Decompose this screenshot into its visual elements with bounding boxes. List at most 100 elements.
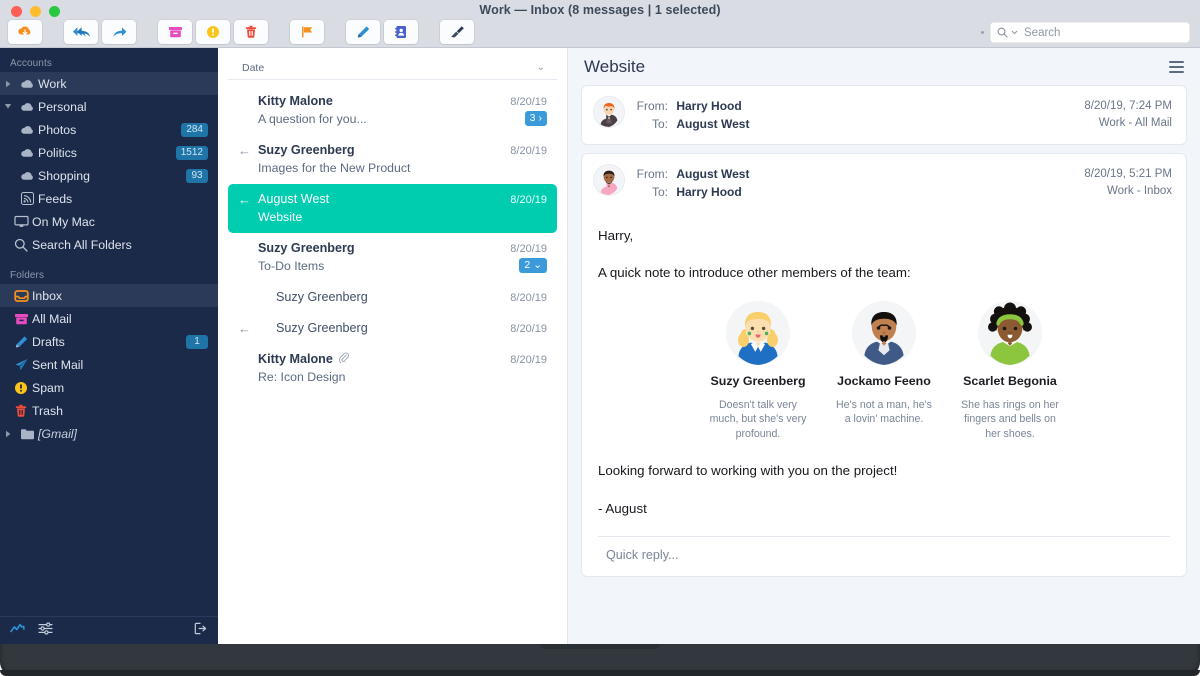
search-placeholder: Search: [1024, 26, 1061, 39]
sidebar-item-photos[interactable]: Photos 284: [0, 118, 218, 141]
pencil-icon: [10, 335, 32, 349]
folder-icon: [16, 428, 38, 440]
message-row-line1: Suzy Greenberg 8/20/19: [276, 321, 547, 335]
cloud-icon: [16, 124, 38, 135]
thread-count-badge[interactable]: 3 ›: [524, 111, 547, 127]
from-row: From: August West: [634, 165, 750, 183]
cloud-icon: [16, 101, 38, 112]
sidebar-item-gmail[interactable]: [Gmail]: [0, 422, 218, 445]
sidebar-item-shopping[interactable]: Shopping 93: [0, 164, 218, 187]
sidebar-item-on-my-mac[interactable]: On My Mac: [0, 210, 218, 233]
sidebar-item-search-all-folders[interactable]: Search All Folders: [0, 233, 218, 256]
rss-icon: [16, 192, 38, 205]
message-header: From: Harry Hood To: August West 8/20/19…: [582, 86, 1186, 144]
message-sender: Suzy Greenberg: [258, 241, 355, 256]
message-list-item-child[interactable]: Suzy Greenberg 8/20/19: [228, 282, 557, 313]
sidebar-item-sent-mail[interactable]: Sent Mail: [0, 353, 218, 376]
junk-button[interactable]: [196, 20, 230, 44]
to-value: Harry Hood: [676, 185, 742, 199]
search-input[interactable]: Search: [990, 22, 1190, 43]
to-label: To:: [651, 185, 668, 199]
message-header-fields: From: August West To: Harry Hood: [634, 165, 750, 201]
message-date: 8/20/19: [510, 243, 547, 256]
message-list-sort-header[interactable]: Date ⌄: [228, 56, 557, 80]
search-area: Search: [981, 22, 1190, 43]
message-date: 8/20/19: [510, 323, 547, 336]
search-icon: [10, 238, 32, 252]
sidebar-item-personal[interactable]: Personal: [0, 95, 218, 118]
team-member-card: Suzy Greenberg Doesn't talk very much, b…: [708, 300, 808, 442]
get-mail-button[interactable]: [8, 20, 42, 44]
team-member-name: Suzy Greenberg: [710, 373, 806, 388]
forward-button[interactable]: [102, 20, 136, 44]
sidebar-item-spam[interactable]: Spam: [0, 376, 218, 399]
compose-button[interactable]: [346, 20, 380, 44]
attachment-icon: [338, 352, 349, 366]
from-value: August West: [676, 167, 750, 181]
message-list-item-child[interactable]: ← Suzy Greenberg 8/20/19: [228, 313, 557, 344]
cleanup-button[interactable]: [440, 20, 474, 44]
message-sender: Suzy Greenberg: [276, 290, 368, 305]
message-row-line1: Suzy Greenberg 8/20/19: [258, 143, 547, 157]
to-row: To: Harry Hood: [634, 183, 749, 201]
message-list-item[interactable]: Suzy Greenberg 8/20/19 To-Do Items 2 ⌄: [228, 233, 557, 282]
reply-all-button[interactable]: [64, 20, 98, 44]
message-list-item[interactable]: Kitty Malone 8/20/19 Re: Icon Design: [228, 344, 557, 393]
chevron-down-icon[interactable]: ⌄: [537, 62, 545, 73]
flag-button[interactable]: [290, 20, 324, 44]
logout-icon[interactable]: [194, 622, 208, 640]
message-row-line1: August West 8/20/19: [258, 192, 547, 206]
twisty-collapsed-icon[interactable]: [0, 430, 16, 438]
sidebar-accounts-header: Accounts: [10, 58, 52, 69]
thread-count: 2: [524, 259, 531, 272]
jockamo-feeno-avatar: [852, 300, 916, 365]
from-value: Harry Hood: [676, 99, 742, 113]
sidebar-item-label: Feeds: [38, 191, 73, 206]
message-header-fields: From: Harry Hood To: August West: [634, 97, 750, 133]
team-member-description: Doesn't talk very much, but she's very p…: [709, 398, 807, 440]
sidebar-item-feeds[interactable]: Feeds: [0, 187, 218, 210]
thread-count-badge[interactable]: 2 ⌄: [519, 258, 547, 274]
august-west-avatar: [594, 165, 624, 195]
message-row-line2: To-Do Items 2 ⌄: [258, 258, 547, 274]
archive-button[interactable]: [158, 20, 192, 44]
sidebar-item-trash[interactable]: Trash: [0, 399, 218, 422]
message-date: 8/20/19: [510, 145, 547, 158]
from-label: From:: [636, 167, 668, 181]
message-header[interactable]: From: August West To: Harry Hood 8/20/19…: [582, 154, 1186, 212]
delete-button[interactable]: [234, 20, 268, 44]
sidebar-item-inbox[interactable]: Inbox: [0, 284, 218, 307]
message-list-items: Kitty Malone 8/20/19 A question for you.…: [218, 80, 567, 393]
search-icon: [997, 27, 1008, 38]
sidebar-item-drafts[interactable]: Drafts 1: [0, 330, 218, 353]
message-list-item-selected[interactable]: ← August West 8/20/19 Website: [228, 184, 557, 234]
message-list-item[interactable]: Kitty Malone 8/20/19 A question for you.…: [228, 86, 557, 135]
twisty-expanded-icon[interactable]: [0, 103, 16, 110]
sidebar-item-politics[interactable]: Politics 1512: [0, 141, 218, 164]
contacts-button[interactable]: [384, 20, 418, 44]
message-list-item[interactable]: ← Suzy Greenberg 8/20/19 Images for the …: [228, 135, 557, 184]
message-list: Date ⌄ Kitty Malone 8/20/19 A question f…: [218, 48, 568, 644]
activity-chart-icon[interactable]: [10, 622, 26, 640]
sidebar-item-all-mail[interactable]: All Mail: [0, 307, 218, 330]
sidebar-item-label: Spam: [32, 380, 65, 395]
message-header-meta: 8/20/19, 7:24 PM Work - All Mail: [1084, 97, 1172, 133]
monitor-icon: [10, 215, 32, 228]
twisty-collapsed-icon[interactable]: [0, 80, 16, 88]
sliders-icon[interactable]: [38, 621, 53, 640]
hamburger-menu-icon[interactable]: [1169, 61, 1184, 73]
window-title: Work — Inbox (8 messages | 1 selected): [479, 3, 721, 17]
app-body: Accounts Work Personal Photos 284 Politi…: [0, 48, 1200, 644]
quick-reply-input[interactable]: Quick reply...: [582, 537, 1186, 576]
message-sender: Kitty Malone: [258, 94, 333, 108]
archive-box-icon: [10, 312, 32, 326]
replied-arrow-icon: ←: [238, 143, 251, 159]
message-header-card[interactable]: From: Harry Hood To: August West 8/20/19…: [582, 86, 1186, 144]
message-sender: Suzy Greenberg: [258, 143, 355, 158]
message-sender: August West: [258, 192, 330, 207]
body-signature: - August: [598, 500, 647, 516]
cloud-icon: [16, 147, 38, 158]
message-subject: Website: [258, 209, 303, 224]
sidebar-item-work[interactable]: Work: [0, 72, 218, 95]
replied-arrow-icon: ←: [238, 321, 251, 337]
